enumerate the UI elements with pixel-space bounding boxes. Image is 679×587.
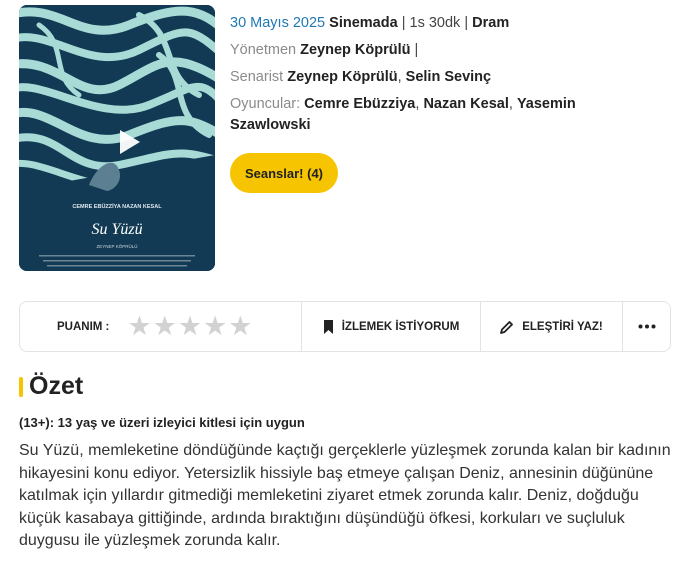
rating-label: PUANIM :: [57, 320, 110, 333]
release-date[interactable]: 30 Mayıs 2025: [230, 15, 325, 31]
age-rating: (13+): 13 yaş ve üzeri izleyici kitlesi …: [19, 415, 305, 430]
release-row: 30 Mayıs 2025 Sinemada | 1s 30dk | Dram: [230, 10, 660, 37]
watchlist-button[interactable]: İZLEMEK İSTİYORUM: [302, 302, 481, 351]
genre-link[interactable]: Dram: [472, 15, 509, 31]
poster-title: Su Yüzü: [91, 221, 142, 238]
list-separator: ,: [397, 69, 402, 85]
heading-accent: [19, 376, 23, 397]
poster-director-line: ZEYNEP KÖPRÜLÜ: [97, 243, 138, 249]
more-dots-icon: [638, 324, 655, 329]
summary-text: Su Yüzü, memleketine döndüğünde kaçtığı …: [19, 442, 671, 550]
summary-heading: Özet: [19, 372, 83, 401]
writer-row: Senarist Zeynep Köprülü, Selin Sevinç: [230, 64, 660, 91]
cast-row: Oyuncular: Cemre Ebüzziya, Nazan Kesal, …: [230, 94, 660, 136]
poster-cast-line: CEMRE EBÜZZİYA NAZAN KESAL: [72, 203, 162, 210]
separator: |: [401, 15, 406, 31]
director-link[interactable]: Zeynep Köprülü: [300, 42, 410, 58]
writer-link[interactable]: Zeynep Köprülü: [287, 69, 397, 85]
star-icon[interactable]: ★: [203, 313, 227, 340]
showtimes-button[interactable]: Seanslar! (4): [230, 153, 338, 193]
movie-poster[interactable]: CEMRE EBÜZZİYA NAZAN KESAL Su Yüzü ZEYNE…: [19, 5, 215, 271]
more-button[interactable]: [623, 302, 670, 351]
watchlist-label: İZLEMEK İSTİYORUM: [341, 320, 460, 333]
separator: |: [414, 42, 419, 58]
list-separator: ,: [508, 96, 513, 112]
star-icon[interactable]: ★: [127, 313, 151, 340]
critic-label: ELEŞTİRİ YAZ!: [522, 320, 603, 333]
release-status[interactable]: Sinemada: [329, 15, 398, 31]
director-row: Yönetmen Zeynep Köprülü |: [230, 37, 660, 64]
pencil-icon: [500, 320, 514, 334]
director-label: Yönetmen: [230, 42, 297, 58]
rating-section: PUANIM : ★ ★ ★ ★ ★: [20, 302, 302, 351]
movie-meta: 30 Mayıs 2025 Sinemada | 1s 30dk | Dram …: [230, 10, 660, 136]
writer-link[interactable]: Selin Sevinç: [406, 69, 491, 85]
list-separator: ,: [415, 96, 420, 112]
cast-link[interactable]: Nazan Kesal: [423, 96, 508, 112]
action-bar: PUANIM : ★ ★ ★ ★ ★ İZLEMEK İSTİYORUM ELEŞTİR…: [19, 301, 671, 352]
star-icon[interactable]: ★: [228, 313, 252, 340]
summary-title: Özet: [29, 372, 84, 400]
star-icon[interactable]: ★: [153, 313, 177, 340]
separator: |: [464, 15, 469, 31]
rating-stars: ★ ★ ★ ★ ★: [127, 313, 252, 340]
bookmark-icon: [323, 319, 334, 334]
cast-link[interactable]: Cemre Ebüzziya: [304, 96, 415, 112]
star-icon[interactable]: ★: [178, 313, 202, 340]
write-critic-button[interactable]: ELEŞTİRİ YAZ!: [481, 302, 623, 351]
writer-label: Senarist: [230, 69, 284, 85]
play-icon[interactable]: [111, 125, 145, 159]
cast-label: Oyuncular:: [230, 96, 301, 112]
duration: 1s 30dk: [409, 15, 461, 31]
